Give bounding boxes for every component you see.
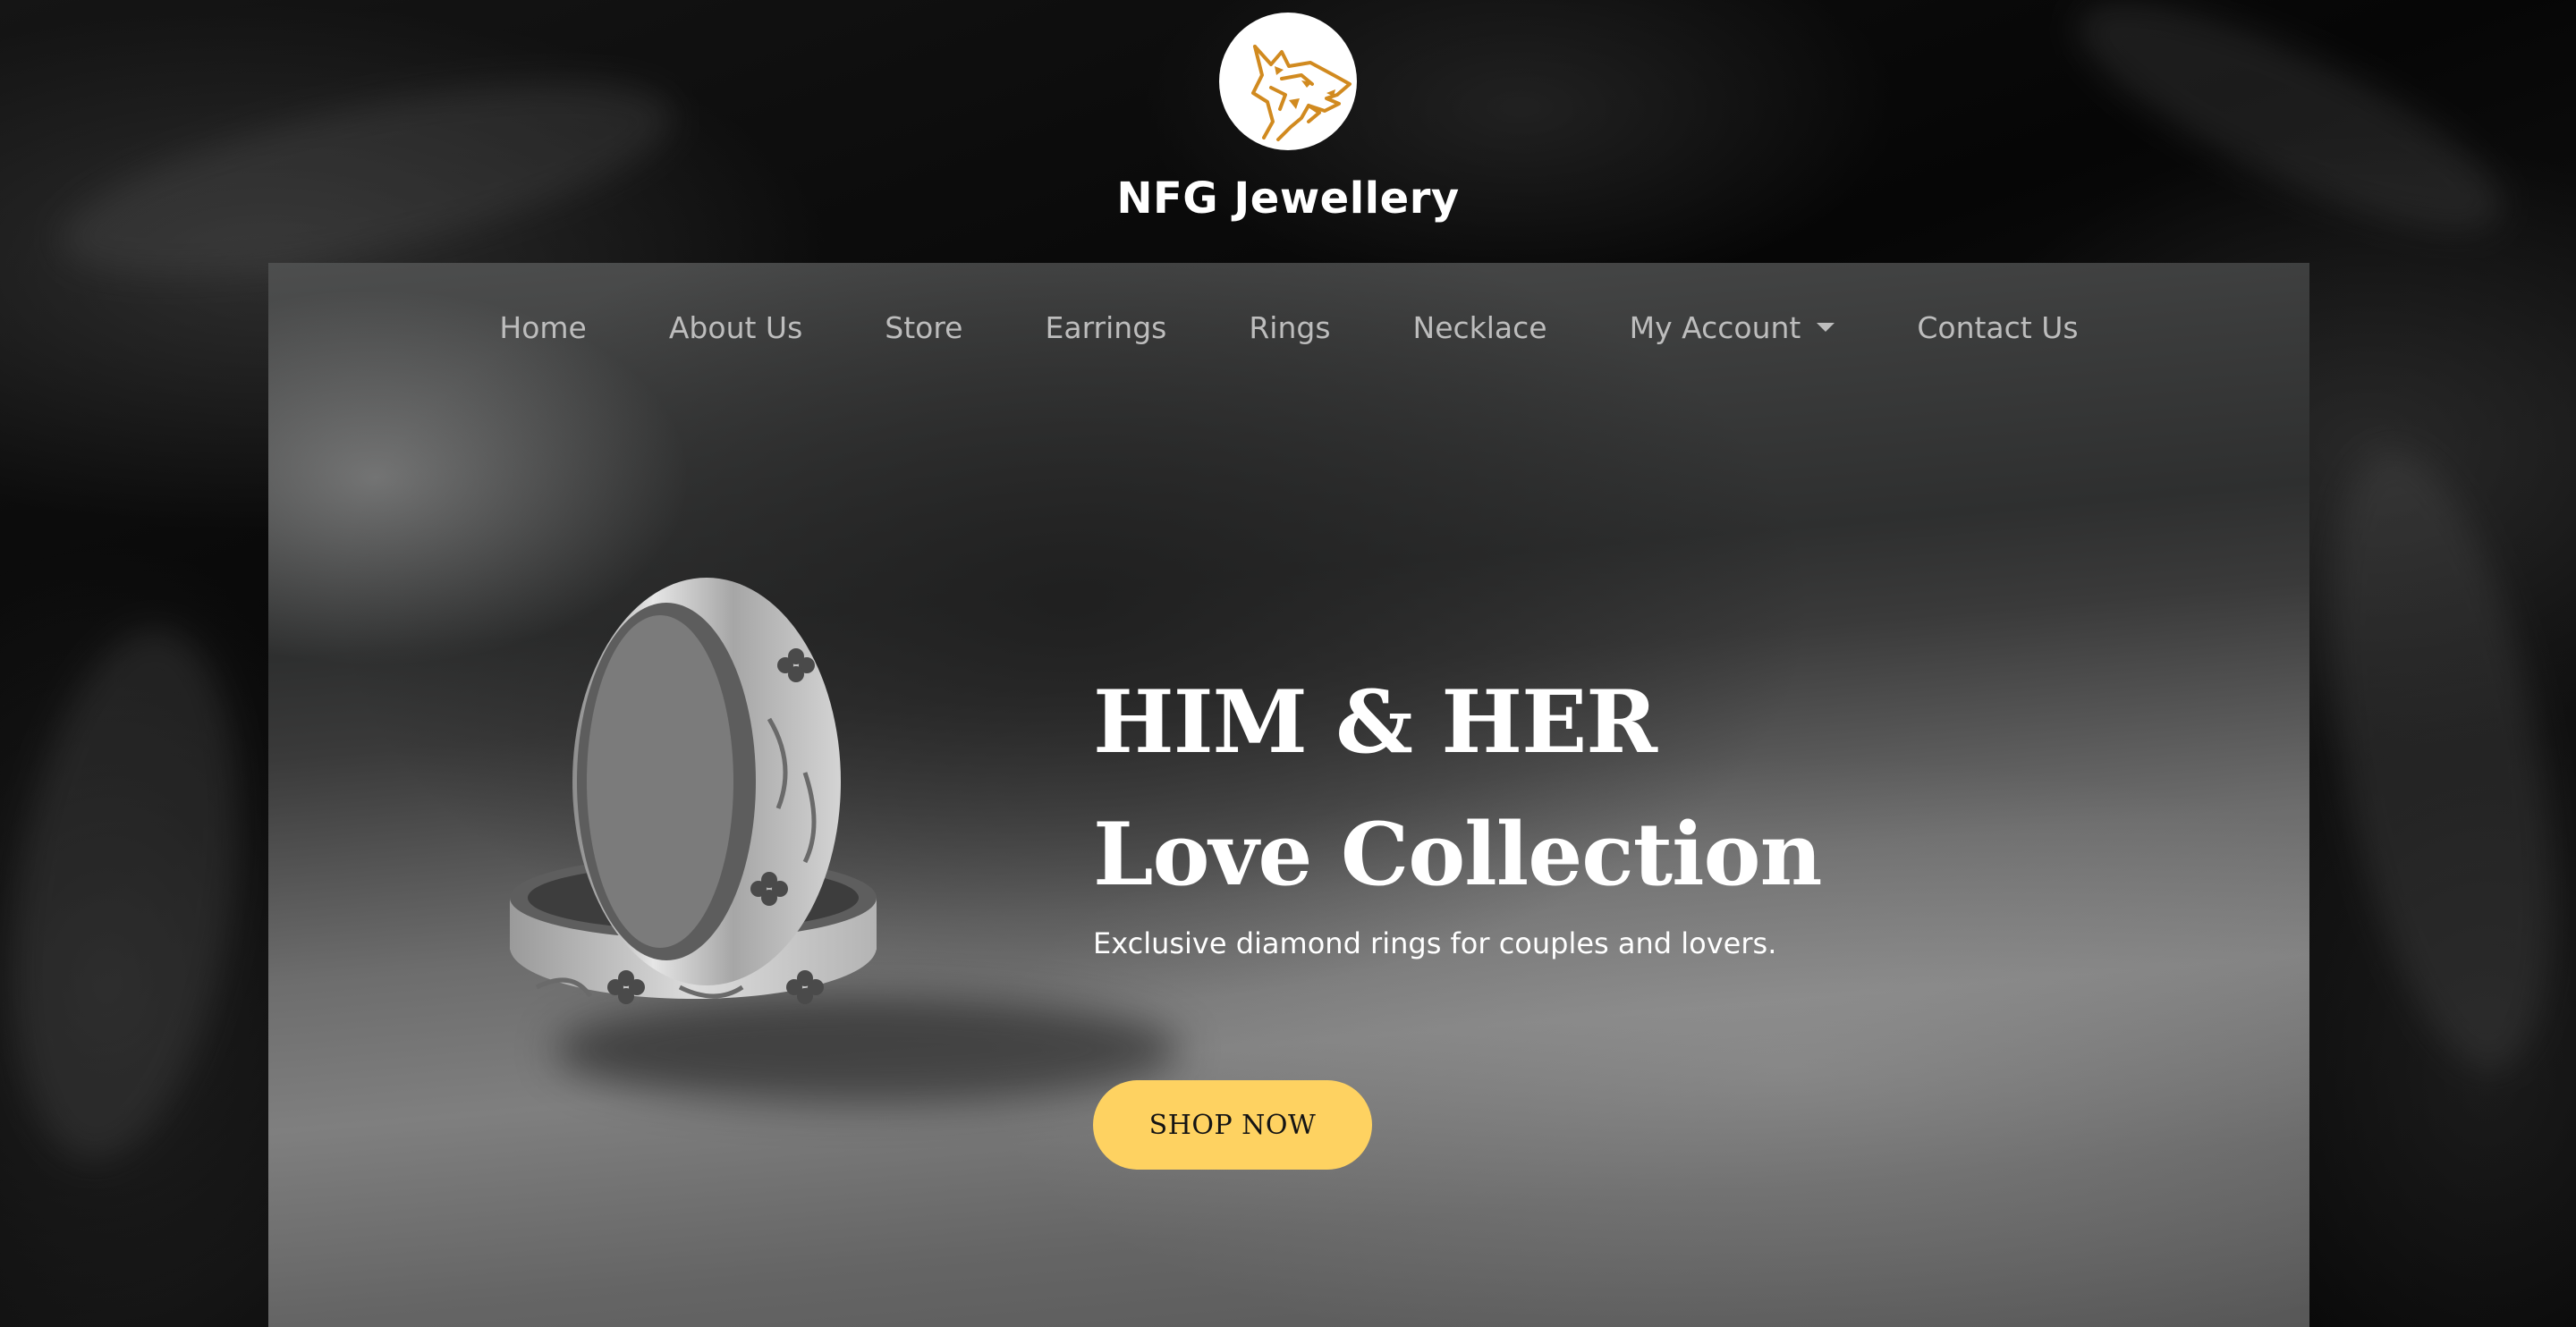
hero-title-line2: Love Collection [1093, 804, 1822, 905]
nav-item-necklace[interactable]: Necklace [1413, 310, 1547, 345]
nav-item-label: Home [499, 309, 587, 345]
caret-down-icon [1817, 323, 1835, 332]
hero-title: HIM & HER Love Collection [1093, 656, 1822, 921]
hero-banner: Home About Us Store Earrings Rings Neckl… [268, 263, 2309, 1327]
nav-item-label: Store [885, 309, 963, 345]
wolf-head-icon [1251, 45, 1352, 141]
logo[interactable] [1219, 13, 1357, 150]
silk-background [0, 613, 269, 1175]
site-header: NFG Jewellery [0, 13, 2576, 224]
nav-item-label: My Account [1629, 309, 1801, 345]
hero-content: HIM & HER Love Collection Exclusive diam… [1093, 656, 1822, 966]
nav-item-contact-us[interactable]: Contact Us [1917, 310, 2078, 345]
brand-name[interactable]: NFG Jewellery [0, 173, 2576, 224]
main-nav: Home About Us Store Earrings Rings Neckl… [268, 263, 2309, 392]
nav-item-home[interactable]: Home [499, 310, 586, 345]
nav-item-label: Earrings [1045, 309, 1167, 345]
nav-item-label: Necklace [1412, 309, 1547, 345]
nav-item-label: Contact Us [1917, 309, 2079, 345]
silk-background [2290, 435, 2576, 1086]
nav-item-rings[interactable]: Rings [1249, 310, 1330, 345]
nav-item-earrings[interactable]: Earrings [1046, 310, 1167, 345]
hero-subtitle: Exclusive diamond rings for couples and … [1093, 926, 1777, 960]
rings-image [510, 578, 877, 1004]
nav-item-my-account-dropdown[interactable]: My Account [1630, 310, 1835, 345]
nav-item-label: About Us [668, 309, 803, 345]
nav-item-store[interactable]: Store [885, 310, 962, 345]
hero-title-line1: HIM & HER [1093, 672, 1657, 773]
nav-item-label: Rings [1249, 309, 1331, 345]
page: NFG Jewellery Home About Us Store Earrin… [0, 0, 2576, 1327]
shop-now-button[interactable]: SHOP NOW [1093, 1080, 1372, 1170]
nav-item-about-us[interactable]: About Us [669, 310, 802, 345]
